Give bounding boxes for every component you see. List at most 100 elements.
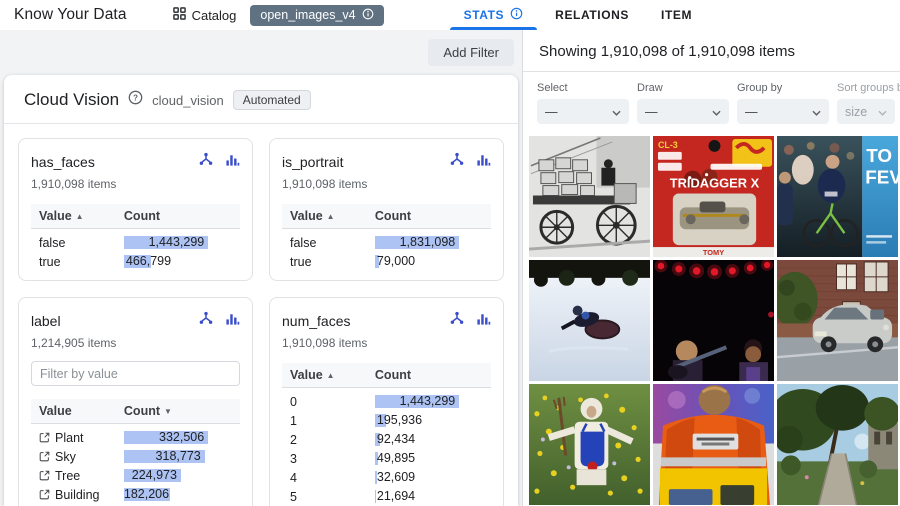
count-value: 318,773 [124, 449, 205, 464]
table-row[interactable]: 432,609 [282, 468, 491, 487]
tab-stats[interactable]: STATS [448, 0, 540, 30]
branch-chart-icon[interactable] [449, 151, 465, 172]
value-cell[interactable]: Sky [39, 450, 124, 464]
open-in-new-icon [39, 470, 50, 481]
value-cell[interactable]: 3 [290, 452, 375, 466]
column-header-count[interactable]: Count [124, 209, 232, 223]
column-header-value[interactable]: Value▲ [290, 368, 375, 382]
count-cell: 32,609 [375, 470, 483, 485]
table-row[interactable]: true79,000 [282, 252, 491, 271]
draw-control: Draw — [637, 82, 729, 124]
stats-panel: Add Filter Cloud Vision ? cloud_vision A… [0, 30, 523, 506]
table-row[interactable]: false1,831,098 [282, 233, 491, 252]
grid-image-truck-illustration[interactable] [529, 136, 650, 257]
dataset-chip[interactable]: open_images_v4 [250, 5, 383, 26]
chevron-down-icon [812, 105, 821, 119]
grid-image-hivis-worker[interactable] [653, 384, 774, 505]
value-cell[interactable]: Plant [39, 431, 124, 445]
branch-chart-icon[interactable] [198, 310, 214, 331]
column-header-value[interactable]: Value [39, 404, 124, 418]
draw-value: — [645, 105, 658, 119]
value-cell[interactable]: Tree [39, 469, 124, 483]
bar-chart-icon[interactable] [225, 152, 240, 172]
bar-chart-icon[interactable] [476, 152, 491, 172]
branch-chart-icon[interactable] [449, 310, 465, 331]
stat-card-num-faces: num_faces 1,910,098 items Value▲Count01,… [269, 297, 504, 506]
sort-groups-value: size [845, 105, 867, 119]
table-row[interactable]: 349,895 [282, 449, 491, 468]
grid-image-toy-package[interactable]: CL-3 TRIDAGGER X [653, 136, 774, 257]
column-header-count[interactable]: Count [375, 368, 483, 382]
count-value: 195,936 [375, 413, 483, 428]
card-item-count: 1,214,905 items [31, 336, 240, 350]
stat-card-has-faces: has_faces 1,910,098 items Value▲Countfal… [18, 138, 253, 281]
card-item-count: 1,910,098 items [282, 336, 491, 350]
group-by-label: Group by [737, 82, 829, 94]
table-row[interactable]: 292,434 [282, 430, 491, 449]
stat-card-is-portrait: is_portrait 1,910,098 items Value▲Countf… [269, 138, 504, 281]
info-icon [362, 8, 374, 23]
value-cell[interactable]: 0 [290, 395, 375, 409]
filter-by-value-input[interactable] [31, 361, 240, 386]
column-header-count[interactable]: Count▼ [124, 404, 232, 418]
table-body: Plant332,506Sky318,773Tree224,973Buildin… [31, 424, 240, 506]
grid-controls: Select — Draw — Group by — Sort groups b… [523, 72, 900, 132]
table-row[interactable]: Building182,206 [31, 485, 240, 504]
help-icon[interactable]: ? [128, 90, 143, 110]
value-cell[interactable]: Building [39, 488, 124, 502]
count-cell: 92,434 [375, 432, 483, 447]
grid-image-garden-path[interactable] [777, 384, 898, 505]
grid-image-parked-car[interactable] [777, 260, 898, 381]
card-title: label [31, 313, 61, 329]
draw-label: Draw [637, 82, 729, 94]
card-title: has_faces [31, 154, 95, 170]
table-row[interactable]: 01,443,299 [282, 392, 491, 411]
count-cell: 1,443,299 [124, 235, 232, 250]
count-value: 466,799 [124, 254, 232, 269]
table-row[interactable]: 1195,936 [282, 411, 491, 430]
table-row[interactable]: Plant332,506 [31, 428, 240, 447]
group-by-control: Group by — [737, 82, 829, 124]
sort-groups-dropdown[interactable]: size [837, 99, 895, 124]
add-filter-button[interactable]: Add Filter [428, 39, 514, 66]
value-cell[interactable]: true [290, 255, 375, 269]
column-header-value[interactable]: Value▲ [290, 209, 375, 223]
grid-image-cyclists-poster[interactable]: TO FEV [777, 136, 898, 257]
value-cell[interactable]: 1 [290, 414, 375, 428]
count-cell: 195,936 [375, 413, 483, 428]
info-icon[interactable] [510, 7, 523, 23]
grid-image-snow-tubing[interactable] [529, 260, 650, 381]
bar-chart-icon[interactable] [476, 311, 491, 331]
card-item-count: 1,910,098 items [282, 177, 491, 191]
value-cell[interactable]: 4 [290, 471, 375, 485]
table-row[interactable]: true466,799 [31, 252, 240, 271]
image-grid: CL-3 TRIDAGGER X [529, 136, 900, 506]
value-cell[interactable]: false [290, 236, 375, 250]
table-row[interactable]: Tree224,973 [31, 466, 240, 485]
value-cell[interactable]: false [39, 236, 124, 250]
card-item-count: 1,910,098 items [31, 177, 240, 191]
value-cell[interactable]: 5 [290, 490, 375, 504]
tab-item[interactable]: ITEM [645, 0, 708, 30]
table-row[interactable]: 521,694 [282, 487, 491, 506]
select-dropdown[interactable]: — [537, 99, 629, 124]
tab-stats-label: STATS [464, 8, 505, 22]
grid-image-concert[interactable] [653, 260, 774, 381]
table-row[interactable]: Sky318,773 [31, 447, 240, 466]
svg-text:?: ? [133, 93, 138, 102]
value-cell[interactable]: 2 [290, 433, 375, 447]
column-header-value[interactable]: Value▲ [39, 209, 124, 223]
stat-cards-grid: has_faces 1,910,098 items Value▲Countfal… [4, 124, 518, 506]
draw-dropdown[interactable]: — [637, 99, 729, 124]
know-your-data-app: Know Your Data Catalog open_images_v4 ST… [0, 0, 900, 506]
column-header-count[interactable]: Count [375, 209, 483, 223]
tab-relations[interactable]: RELATIONS [539, 0, 645, 30]
table-row[interactable]: false1,443,299 [31, 233, 240, 252]
bar-chart-icon[interactable] [225, 311, 240, 331]
section-title: Cloud Vision [24, 90, 119, 110]
branch-chart-icon[interactable] [198, 151, 214, 172]
grid-image-flower-field-costume[interactable] [529, 384, 650, 505]
catalog-button[interactable]: Catalog [173, 7, 237, 23]
value-cell[interactable]: true [39, 255, 124, 269]
group-by-dropdown[interactable]: — [737, 99, 829, 124]
